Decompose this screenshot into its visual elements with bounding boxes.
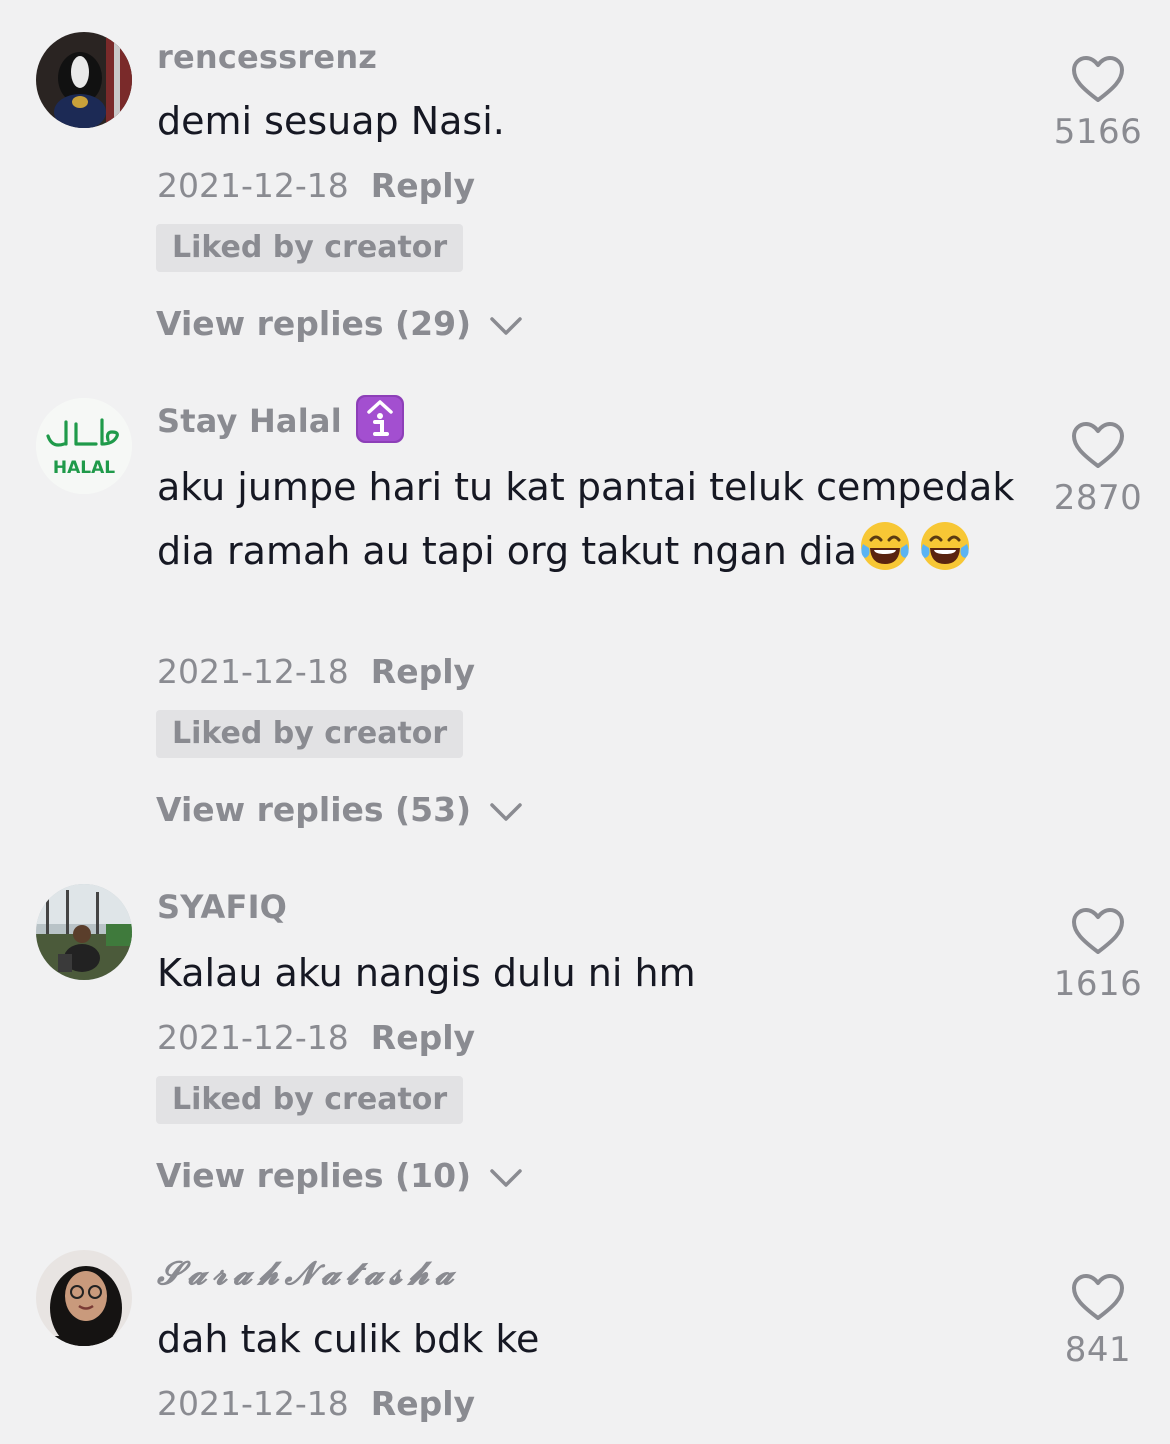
comment-username[interactable]: rencessrenz	[157, 38, 377, 76]
comment-text: Kalau aku nangis dulu ni hm	[157, 951, 696, 995]
heart-outline-icon	[1072, 1274, 1124, 1320]
chevron-down-icon	[489, 1168, 522, 1187]
info-emoji-icon	[356, 395, 405, 443]
comment-date: 2021-12-18	[157, 166, 349, 205]
comment-username[interactable]: 𝓢𝓪𝓻𝓪𝓱𝓝𝓪𝓽𝓪𝓼𝓱𝓪	[157, 1254, 460, 1293]
like-button[interactable]: 1616	[1050, 906, 1146, 1004]
liked-by-creator-badge: Liked by creator	[156, 1076, 464, 1124]
comment-username[interactable]: SYAFIQ	[157, 888, 287, 926]
heart-outline-icon	[1072, 422, 1124, 468]
avatar-photo-dog	[36, 32, 132, 128]
view-replies-label: View replies (53)	[156, 790, 472, 829]
avatar[interactable]	[36, 884, 132, 980]
comment-username[interactable]: Stay Halal	[157, 395, 405, 444]
liked-by-creator-badge: Liked by creator	[156, 710, 464, 758]
like-button[interactable]: 841	[1050, 1272, 1146, 1370]
liked-by-creator-badge: Liked by creator	[156, 224, 464, 272]
avatar-photo-woman	[36, 1250, 132, 1346]
tears-of-joy-emoji	[920, 522, 969, 570]
tears-of-joy-emoji	[860, 522, 909, 570]
heart-outline-icon	[1072, 908, 1124, 954]
comment-text: aku jumpe hari tu kat pantai teluk cempe…	[157, 456, 1027, 582]
avatar-halal-logo: HALAL	[36, 398, 132, 494]
reply-button[interactable]: Reply	[371, 652, 475, 691]
reply-button[interactable]: Reply	[371, 1384, 475, 1423]
avatar-photo-person	[36, 884, 132, 980]
avatar-halal-text: HALAL	[53, 458, 115, 478]
view-replies-button[interactable]: View replies (10)	[156, 1156, 523, 1195]
avatar[interactable]	[36, 1250, 132, 1346]
comment-date: 2021-12-18	[157, 1384, 349, 1423]
comment-meta: 2021-12-18 Reply	[157, 1018, 475, 1057]
username-text: Stay Halal	[157, 402, 342, 440]
view-replies-button[interactable]: View replies (29)	[156, 304, 523, 343]
reply-button[interactable]: Reply	[371, 166, 475, 205]
comment-date: 2021-12-18	[157, 652, 349, 691]
comment-meta: 2021-12-18 Reply	[157, 652, 475, 691]
view-replies-label: View replies (10)	[156, 1156, 472, 1195]
comment-date: 2021-12-18	[157, 1018, 349, 1057]
comment-text: demi sesuap Nasi.	[157, 99, 505, 143]
like-count: 2870	[1053, 478, 1143, 518]
comment-list: rencessrenz demi sesuap Nasi. 2021-12-18…	[0, 0, 1170, 1444]
comment-meta: 2021-12-18 Reply	[157, 166, 475, 205]
view-replies-label: View replies (29)	[156, 304, 472, 343]
comment-meta: 2021-12-18 Reply	[157, 1384, 475, 1423]
chevron-down-icon	[489, 802, 522, 821]
reply-button[interactable]: Reply	[371, 1018, 475, 1057]
like-button[interactable]: 5166	[1050, 54, 1146, 152]
avatar[interactable]: HALAL	[36, 398, 132, 494]
like-button[interactable]: 2870	[1050, 420, 1146, 518]
like-count: 841	[1064, 1330, 1132, 1370]
heart-outline-icon	[1072, 56, 1124, 102]
avatar[interactable]	[36, 32, 132, 128]
chevron-down-icon	[489, 316, 522, 335]
like-count: 1616	[1053, 964, 1143, 1004]
comment-text: dah tak culik bdk ke	[157, 1317, 540, 1361]
like-count: 5166	[1053, 112, 1143, 152]
view-replies-button[interactable]: View replies (53)	[156, 790, 523, 829]
